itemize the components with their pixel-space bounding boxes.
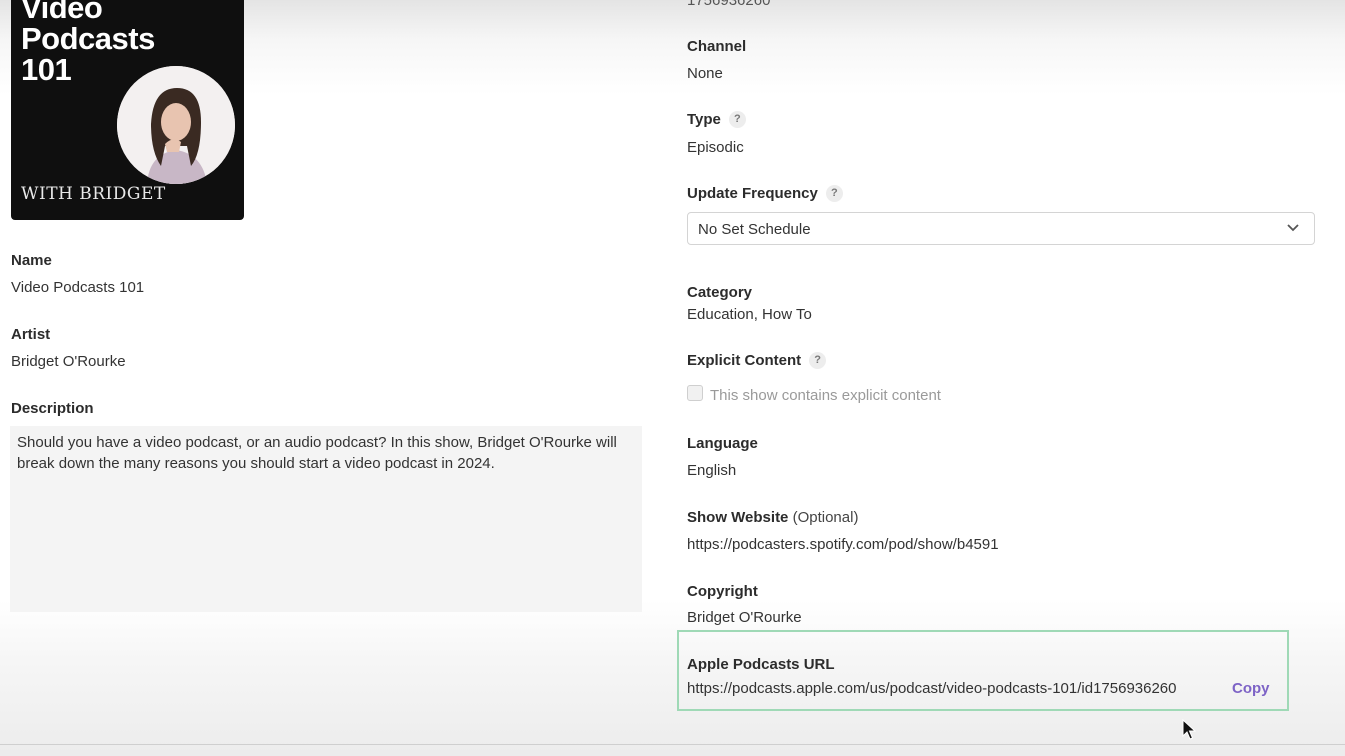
help-icon[interactable]: ?	[809, 352, 827, 369]
channel-label: Channel	[687, 38, 747, 55]
explicit-content-label: Explicit Content?	[687, 352, 827, 369]
show-website-label: Show Website (Optional)	[687, 509, 858, 526]
copy-button[interactable]: Copy	[1232, 680, 1270, 697]
copyright-label: Copyright	[687, 583, 758, 600]
apple-podcasts-url-value[interactable]: https://podcasts.apple.com/us/podcast/vi…	[687, 680, 1177, 697]
channel-value: None	[687, 65, 723, 82]
language-label: Language	[687, 435, 758, 452]
copyright-value: Bridget O'Rourke	[687, 609, 802, 626]
explicit-content-checkbox[interactable]	[687, 385, 703, 401]
cover-subtitle: WITH BRIDGET	[21, 184, 166, 204]
podcast-cover-art: Video Podcasts 101 WITH BRIDGET	[11, 0, 244, 220]
apple-podcasts-url-label: Apple Podcasts URL	[687, 656, 835, 673]
name-label: Name	[11, 252, 52, 269]
podcast-id-value: 1756936260	[687, 0, 771, 9]
host-photo	[117, 66, 235, 184]
chevron-down-icon	[1287, 224, 1299, 232]
help-icon[interactable]: ?	[825, 185, 843, 202]
type-label: Type?	[687, 111, 746, 128]
description-text: Should you have a video podcast, or an a…	[17, 434, 617, 472]
name-value: Video Podcasts 101	[11, 279, 145, 296]
show-website-label-text: Show Website	[687, 509, 789, 526]
language-value: English	[687, 462, 737, 479]
update-frequency-label: Update Frequency?	[687, 185, 843, 202]
category-value: Education, How To	[687, 306, 812, 323]
category-label: Category	[687, 284, 753, 301]
optional-tag: (Optional)	[792, 509, 859, 526]
mouse-cursor-icon	[1182, 719, 1196, 740]
explicit-content-label-text: Explicit Content	[687, 352, 802, 369]
type-value: Episodic	[687, 139, 744, 156]
artist-value: Bridget O'Rourke	[11, 353, 126, 370]
artist-label: Artist	[11, 326, 51, 343]
description-label: Description	[11, 400, 94, 417]
description-textarea[interactable]: Should you have a video podcast, or an a…	[10, 426, 642, 612]
cover-title: Video Podcasts 101	[21, 0, 155, 87]
type-label-text: Type	[687, 111, 721, 128]
divider	[0, 744, 1345, 745]
help-icon[interactable]: ?	[728, 111, 746, 128]
update-frequency-value: No Set Schedule	[698, 221, 811, 238]
explicit-content-checkbox-label[interactable]: This show contains explicit content	[710, 387, 941, 404]
update-frequency-label-text: Update Frequency	[687, 185, 818, 202]
update-frequency-select[interactable]: No Set Schedule	[687, 212, 1315, 245]
show-website-value[interactable]: https://podcasters.spotify.com/pod/show/…	[687, 536, 999, 553]
